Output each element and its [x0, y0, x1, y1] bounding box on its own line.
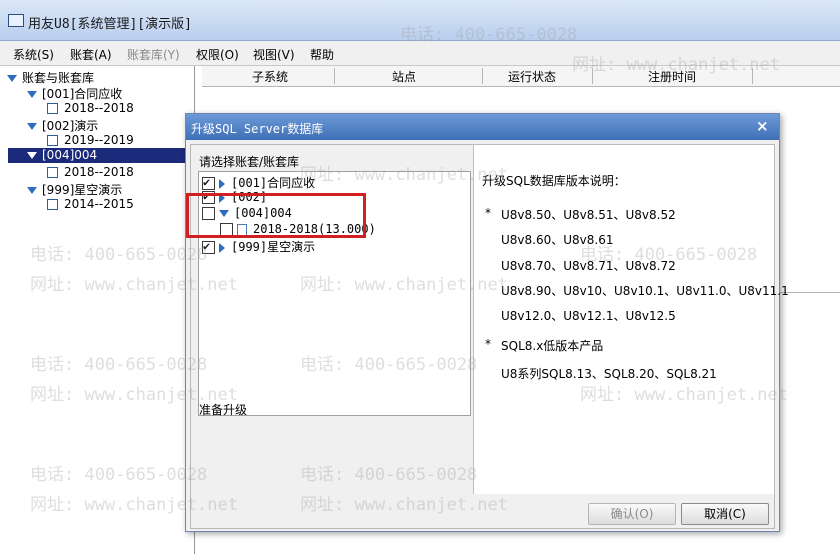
tree-year-label: 2014--2015 — [64, 197, 134, 211]
tree-root[interactable]: 账套与账套库 — [7, 69, 94, 86]
version-line: U8v8.60、U8v8.61 — [501, 233, 614, 247]
dialog-titlebar: 升级SQL Server数据库 × — [186, 114, 779, 140]
tree-year-node[interactable]: 2018--2018 — [47, 165, 134, 179]
tree-node-label: [004]004 — [42, 148, 98, 162]
column-divider — [592, 68, 593, 84]
window-title: 用友U8[系统管理][演示版] — [28, 17, 192, 32]
version-line: U8v12.0、U8v12.1、U8v12.5 — [501, 309, 676, 323]
column-register-time[interactable]: 注册时间 — [648, 68, 696, 85]
select-item-label: [001]合同应收 — [231, 176, 316, 190]
menu-account[interactable]: 账套(A) — [70, 46, 112, 63]
bullet-mark: * — [485, 206, 491, 220]
version-line: U8v8.70、U8v8.71、U8v8.72 — [501, 259, 676, 273]
checkbox-checked[interactable] — [202, 189, 215, 204]
checkbox-checked[interactable] — [202, 239, 215, 254]
select-item-label: [004]004 — [234, 206, 292, 220]
tree-node-002[interactable]: [002]演示 — [27, 117, 98, 134]
column-divider — [482, 68, 483, 84]
main-titlebar: 用友U8[系统管理][演示版] — [0, 0, 840, 41]
tree-root-label: 账套与账套库 — [22, 71, 95, 85]
calendar-icon — [47, 199, 58, 210]
collapse-arrow-icon[interactable] — [219, 192, 225, 203]
column-divider — [752, 68, 753, 84]
menu-bar: 系统(S) 账套(A) 账套库(Y) 权限(O) 视图(V) 帮助 — [0, 41, 840, 66]
tree-year-label: 2018--2018 — [64, 165, 134, 179]
session-grid-header: 子系统 站点 运行状态 注册时间 — [202, 66, 840, 87]
select-account-label: 请选择账套/账套库 — [199, 155, 300, 169]
tree-year-node[interactable]: 2019--2019 — [47, 133, 134, 147]
collapse-arrow-icon[interactable] — [219, 178, 225, 189]
sql-title: SQL8.x低版本产品 — [501, 339, 604, 353]
select-item-002[interactable]: [002] — [202, 189, 268, 204]
tree-node-label: [999]星空演示 — [42, 183, 123, 197]
checkbox-unchecked[interactable] — [220, 223, 233, 236]
expand-arrow-icon[interactable] — [7, 75, 17, 82]
version-line: U8v8.50、U8v8.51、U8v8.52 — [501, 208, 676, 222]
tree-year-node[interactable]: 2014--2015 — [47, 197, 134, 211]
expand-arrow-icon[interactable] — [27, 187, 37, 194]
cancel-button[interactable]: 取消(C) — [681, 503, 769, 525]
column-site[interactable]: 站点 — [392, 68, 416, 85]
calendar-icon — [47, 167, 58, 178]
tree-year-node[interactable]: 2018--2018 — [47, 101, 134, 115]
info-title: 升级SQL数据库版本说明： — [482, 174, 626, 188]
calendar-icon — [47, 135, 58, 146]
expand-arrow-icon[interactable] — [219, 210, 229, 217]
menu-permission[interactable]: 权限(O) — [196, 46, 239, 63]
select-item-999[interactable]: [999]星空演示 — [202, 238, 315, 255]
select-item-label: [999]星空演示 — [231, 240, 316, 254]
menu-system[interactable]: 系统(S) — [13, 46, 54, 63]
column-subsystem[interactable]: 子系统 — [252, 68, 288, 85]
dialog-body: 请选择账套/账套库 [001]合同应收 [002] [004]004 2018-… — [190, 144, 789, 529]
tree-node-004[interactable]: [004]004 — [8, 148, 186, 163]
upgrade-status: 准备升级 — [199, 403, 248, 417]
expand-arrow-icon[interactable] — [27, 91, 37, 98]
collapse-arrow-icon[interactable] — [219, 242, 225, 253]
checkbox-unchecked[interactable] — [202, 207, 215, 220]
version-line: U8v8.90、U8v10、U8v10.1、U8v11.0、U8v11.1 — [501, 284, 789, 298]
tree-node-999[interactable]: [999]星空演示 — [27, 181, 122, 198]
tree-node-001[interactable]: [001]合同应收 — [27, 85, 122, 102]
column-divider — [334, 68, 335, 84]
bullet-mark: * — [485, 337, 491, 351]
sql-versions: U8系列SQL8.13、SQL8.20、SQL8.21 — [501, 367, 717, 381]
confirm-button[interactable]: 确认(O) — [588, 503, 676, 525]
account-tree-panel: 账套与账套库 [001]合同应收 2018--2018 [002]演示 2019… — [0, 66, 195, 554]
tree-node-label: [002]演示 — [42, 119, 99, 133]
select-item-label: 2018-2018(13.000) — [253, 222, 376, 236]
app-window-icon — [8, 14, 24, 27]
tree-node-label: [001]合同应收 — [42, 87, 123, 101]
document-icon — [237, 223, 247, 236]
upgrade-sql-dialog: 升级SQL Server数据库 × 请选择账套/账套库 [001]合同应收 [0… — [185, 113, 789, 532]
tree-year-label: 2019--2019 — [64, 133, 134, 147]
menu-account-library[interactable]: 账套库(Y) — [127, 46, 180, 63]
select-item-label: [002] — [231, 190, 268, 204]
calendar-icon — [47, 103, 58, 114]
dialog-title: 升级SQL Server数据库 — [191, 122, 324, 136]
account-select-tree: [001]合同应收 [002] [004]004 2018-2018(13.00… — [198, 171, 471, 416]
column-run-status[interactable]: 运行状态 — [508, 68, 556, 85]
tree-year-label: 2018--2018 — [64, 101, 134, 115]
menu-view[interactable]: 视图(V) — [253, 46, 295, 63]
expand-arrow-icon[interactable] — [27, 123, 37, 130]
close-icon[interactable]: × — [756, 117, 769, 135]
menu-help[interactable]: 帮助 — [310, 46, 334, 63]
version-info-panel: 升级SQL数据库版本说明： * U8v8.50、U8v8.51、U8v8.52 … — [473, 145, 789, 494]
select-item-004-year[interactable]: 2018-2018(13.000) — [220, 222, 376, 236]
expand-arrow-icon[interactable] — [27, 152, 37, 159]
select-item-004[interactable]: [004]004 — [202, 206, 292, 220]
select-item-001[interactable]: [001]合同应收 — [202, 174, 315, 191]
